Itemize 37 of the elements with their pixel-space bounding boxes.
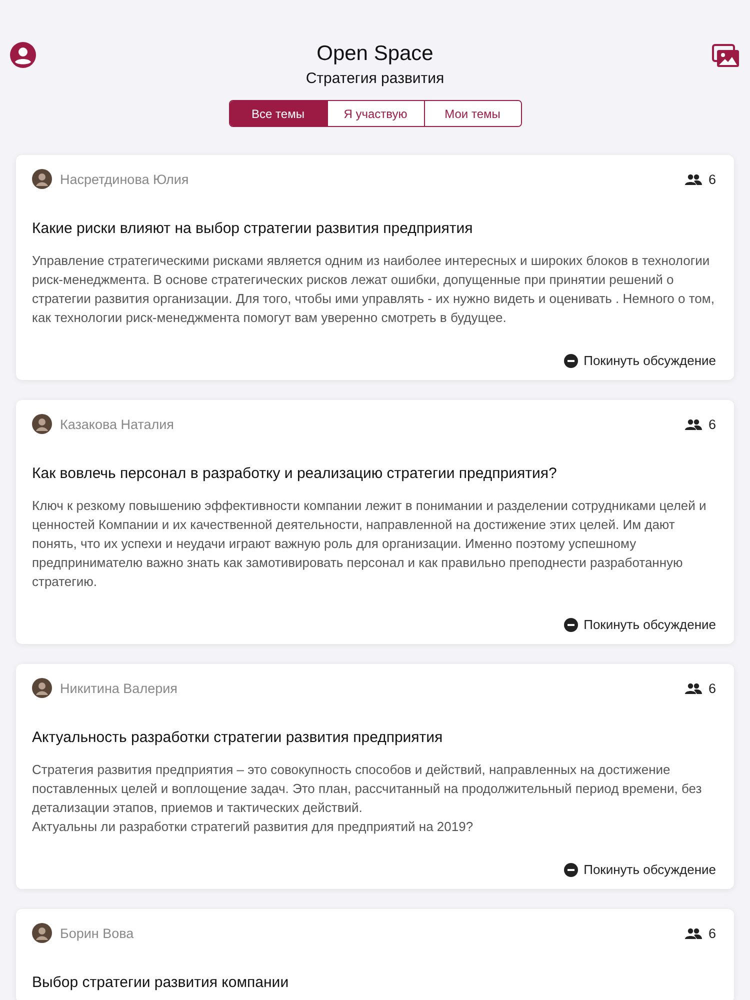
minus-circle-icon bbox=[564, 862, 578, 876]
topic-description: Ключ к резкому повышению эффективности компании лежит в понимании и разделении сотрудниками целей и ценностей Компании и их качественной деятельности, направленной на достижение этих целей. Им дают понять, что их успехи и неудачи играют важную роль для организации. Именно поэтому успешному предпринимателю важно знать как замотивировать персонал и как правильно преподнести разработанную стратегию. bbox=[32, 497, 708, 591]
topic-description: Актуальны ли разработки стратегий развития для предприятий на 2019? bbox=[32, 818, 474, 836]
app-title: Open Space bbox=[316, 42, 434, 66]
profile-icon[interactable] bbox=[10, 42, 36, 68]
participant-count: 6 bbox=[708, 416, 716, 432]
filter-tab[interactable]: Мои темы bbox=[424, 101, 520, 126]
leave-discussion-button[interactable]: Покинуть обсуждение bbox=[564, 617, 716, 632]
avatar-icon bbox=[32, 414, 52, 434]
people-icon bbox=[685, 418, 702, 430]
gallery-icon[interactable] bbox=[712, 44, 740, 68]
author-name: Казакова Наталия bbox=[60, 416, 175, 432]
participant-count: 6 bbox=[708, 172, 716, 186]
avatar-icon bbox=[32, 923, 52, 943]
leave-discussion-button[interactable]: Покинуть обсуждение bbox=[564, 862, 716, 877]
minus-circle-icon bbox=[564, 354, 578, 368]
filter-tab[interactable]: Все темы bbox=[230, 101, 326, 126]
author-name: Борин Вова bbox=[60, 926, 135, 940]
people-icon bbox=[685, 174, 702, 184]
section-subtitle: Стратегия развития bbox=[306, 70, 444, 87]
topic-title[interactable]: Какие риски влияют на выбор стратегии развития предприятия bbox=[32, 220, 716, 237]
topic-description: Управление стратегическими рисками является одним из наиболее интересных и широких блоков в технологии риск-менеджмента. В основе стратегических рисков лежат ошибки, допущенные при принятии решений о стратегии развития организации. Для того, чтобы ими управлять - их нужно видеть и оценивать . Немного о том, как технологии риск-менеджмента помогут вам уверенно смотреть в будущее. bbox=[32, 252, 716, 327]
participant-count: 6 bbox=[708, 680, 716, 696]
topic-title[interactable]: Как вовлечь персонал в разработку и реализацию стратегии предприятия? bbox=[32, 465, 716, 482]
filter-tab[interactable]: Я участвую bbox=[326, 101, 424, 126]
participant-count: 6 bbox=[708, 926, 716, 940]
author-name: Насретдинова Юлия bbox=[60, 172, 190, 186]
minus-circle-icon bbox=[564, 618, 578, 632]
leave-discussion-button[interactable]: Покинуть обсуждение bbox=[564, 353, 716, 368]
topic-title[interactable]: Актуальность разработки стратегии развития предприятия bbox=[32, 729, 716, 746]
people-icon bbox=[685, 682, 702, 694]
avatar-icon bbox=[32, 678, 52, 698]
author-name: Никитина Валерия bbox=[60, 680, 178, 696]
topic-description: Стратегия развития предприятия – это совокупность способов и действий, направленных на достижение поставленных целей и воплощение задач. Это план, рассчитанный на продолжительный период времени, без детализации этапов, приемов и тактических действий. bbox=[32, 761, 703, 817]
avatar-icon bbox=[32, 169, 52, 189]
topic-title[interactable]: Выбор стратегии развития компании bbox=[32, 974, 716, 991]
people-icon bbox=[685, 928, 702, 938]
